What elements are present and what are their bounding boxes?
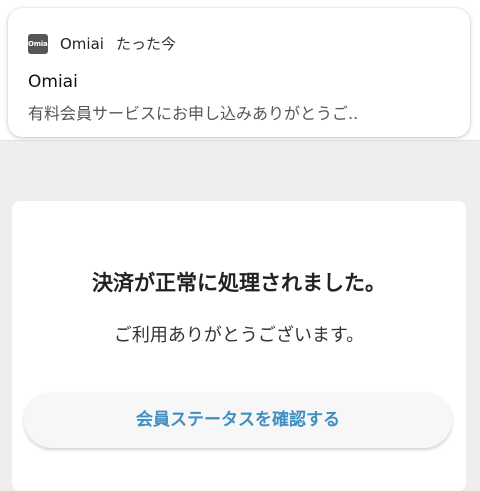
notification-body: 有料会員サービスにお申し込みありがとうご.. xyxy=(28,104,359,123)
payment-complete-card: 決済が正常に処理されました。 ご利用ありがとうございます。 会員ステータスを確認… xyxy=(12,201,466,491)
check-membership-status-button[interactable]: 会員ステータスを確認する xyxy=(24,392,452,448)
push-notification[interactable]: Omiai Omiai たった今 Omiai 有料会員サービスにお申し込みありがと… xyxy=(8,8,470,137)
notification-time: たった今 xyxy=(115,35,176,53)
thank-you-message: ご利用ありがとうございます。 xyxy=(113,325,365,346)
notification-header: Omiai たった今 xyxy=(60,33,176,54)
notification-title: Omiai xyxy=(28,72,78,92)
payment-success-title: 決済が正常に処理されました。 xyxy=(92,271,386,295)
notification-app-name: Omiai xyxy=(60,35,104,53)
omiai-app-icon: Omiai xyxy=(28,34,48,54)
